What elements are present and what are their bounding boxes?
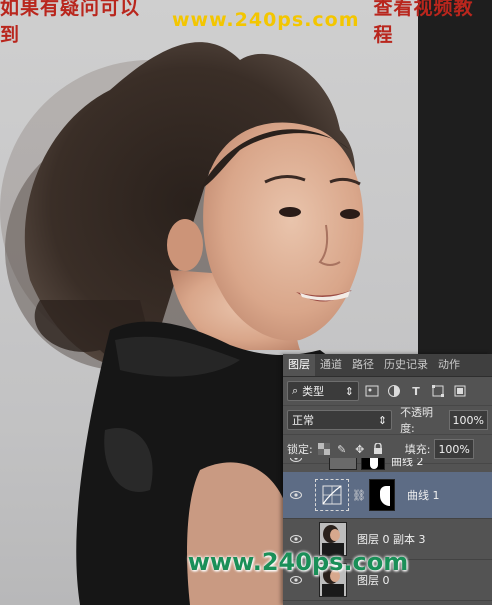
link-chain-icon[interactable]: ⛓ — [352, 489, 366, 502]
eye-icon[interactable] — [283, 491, 309, 499]
smart-object-filter-icon[interactable] — [451, 383, 469, 399]
layer-row-curves-1[interactable]: ⛓ 曲线 1 — [283, 472, 492, 519]
pixel-filter-icon[interactable] — [363, 383, 381, 399]
eye-icon[interactable] — [283, 458, 309, 462]
eye-icon[interactable] — [283, 535, 309, 543]
eye-icon[interactable] — [283, 576, 309, 584]
adjustment-filter-icon[interactable] — [385, 383, 403, 399]
tab-channels[interactable]: 通道 — [315, 354, 347, 376]
blend-mode-select[interactable]: 正常 ⇕ — [287, 410, 393, 430]
chevron-updown-icon: ⇕ — [344, 384, 354, 398]
blend-mode-value: 正常 — [292, 414, 314, 427]
layer-mask-thumbnail — [361, 458, 385, 470]
layer-name: 曲线 2 — [391, 458, 424, 468]
fill-label: 填充: — [404, 443, 431, 456]
opacity-label: 不透明度: — [400, 406, 434, 435]
layer-name: 图层 0 副本 3 — [357, 533, 426, 546]
filter-row: ⌕ 类型 ⇕ T — [283, 377, 492, 406]
shape-filter-icon[interactable] — [429, 383, 447, 399]
filter-label: 类型 — [302, 385, 325, 398]
lock-all-icon[interactable] — [371, 442, 385, 456]
lock-transparency-icon[interactable] — [317, 442, 331, 456]
banner-left-text: 如果有疑问可以到 — [0, 0, 141, 46]
banner-url: www.240ps.com — [171, 9, 360, 31]
banner-right-text: 查看视频教程 — [373, 0, 474, 46]
tab-paths[interactable]: 路径 — [347, 354, 379, 376]
tab-actions[interactable]: 动作 — [433, 354, 465, 376]
lock-label: 锁定: — [287, 443, 313, 456]
search-icon: ⌕ — [292, 384, 299, 397]
site-watermark: www.240ps.com — [187, 548, 409, 576]
panel-tabs: 图层 通道 路径 历史记录 动作 — [283, 354, 492, 377]
tab-layers[interactable]: 图层 — [283, 354, 315, 376]
fill-input[interactable]: 100% — [434, 439, 474, 459]
lock-brush-icon[interactable]: ✎ — [335, 442, 349, 456]
opacity-input[interactable]: 100% — [448, 410, 488, 430]
tab-history[interactable]: 历史记录 — [379, 354, 433, 376]
type-filter-icon[interactable]: T — [407, 383, 425, 399]
layer-mask-thumbnail[interactable] — [368, 479, 395, 511]
chevron-updown-icon: ⇕ — [377, 413, 388, 427]
curves-adjustment-thumbnail — [315, 479, 349, 511]
layer-row-curves-2[interactable]: 曲线 2 — [283, 458, 492, 473]
layer-name: 曲线 1 — [406, 489, 440, 502]
tutorial-banner: 如果有疑问可以到 www.240ps.com 查看视频教程 — [0, 0, 492, 46]
curves-adjustment-thumbnail — [329, 458, 357, 470]
layer-filter-select[interactable]: ⌕ 类型 ⇕ — [287, 381, 359, 401]
lock-position-icon[interactable]: ✥ — [353, 442, 367, 456]
blend-row: 正常 ⇕ 不透明度: 100% — [283, 406, 492, 435]
layer-list: 曲线 2 ⛓ 曲线 1 图层 0 副本 3 图层 0 — [283, 458, 492, 605]
